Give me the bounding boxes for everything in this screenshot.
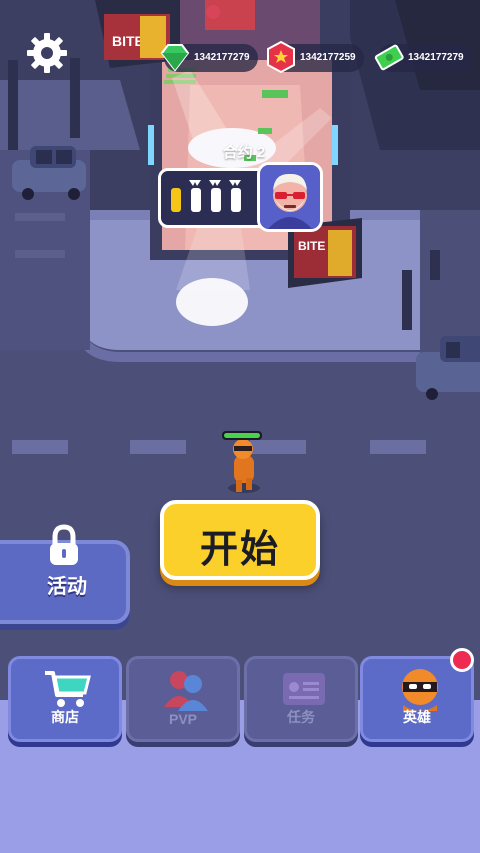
red-star-token-icon [267,40,295,74]
contract-label: 合约 2 [222,144,266,161]
shopping-cart-icon [45,671,91,707]
hero-health-fill [224,433,260,438]
ninja-hero-icon [402,669,438,711]
boss-portrait-icon[interactable] [257,162,323,232]
tab-pvp[interactable]: PVP [126,656,240,742]
start-button-label: 开始 [199,529,280,571]
ninja-mark-icon [209,180,221,186]
tab-heroes-label: 英雄 [403,709,431,725]
lock-icon [50,524,78,565]
contract-stage-pip [231,188,241,212]
contract-stage-pip [191,188,201,212]
cash-currency-counter[interactable]: 1342177279 [374,44,472,72]
tab-shop-label: 商店 [51,709,79,725]
gem-currency-counter[interactable]: 1342177279 [160,44,258,72]
ninja-mark-icon [229,180,241,186]
settings-gear-icon[interactable] [24,30,70,76]
billboard-text-1: BITE [112,33,144,49]
hero-health-bar [222,431,262,440]
token-currency-counter[interactable]: 1342177259 [267,40,364,74]
activity-button[interactable]: 活动 [0,524,130,624]
task-card-icon [283,673,325,705]
contract-stage-pip [171,188,181,212]
token-count: 1342177259 [300,52,356,63]
two-players-icon [164,671,208,711]
tab-tasks[interactable]: 任务 [244,656,358,742]
cash-stack-icon [374,44,404,71]
cash-count: 1342177279 [408,52,464,63]
green-gem-icon [160,44,190,72]
contract-stage-pip [211,188,221,212]
gem-count: 1342177279 [194,52,250,63]
activity-button-label: 活动 [47,576,87,598]
tab-shop[interactable]: 商店 [8,656,122,742]
billboard-text-2: BITE [298,239,325,253]
start-button[interactable]: 开始 [160,500,320,584]
heroes-notification-badge [450,648,474,672]
tab-tasks-label: 任务 [287,709,315,725]
ninja-mark-icon [189,180,201,186]
tab-pvp-label: PVP [168,711,197,727]
